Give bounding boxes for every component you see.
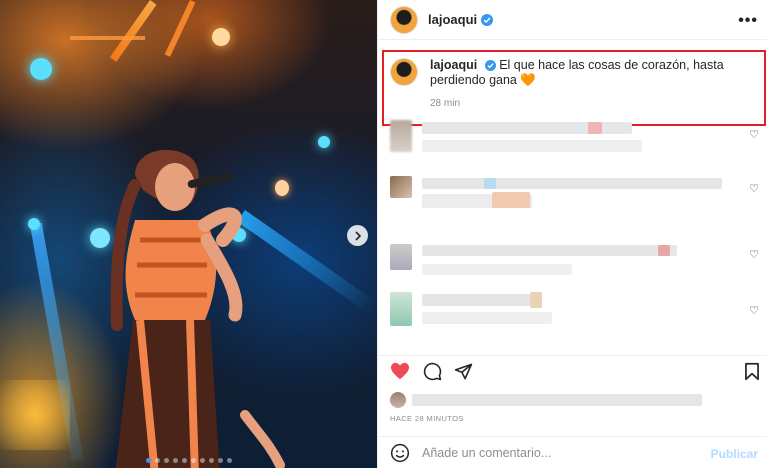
blurred-avatar — [390, 244, 412, 270]
blurred-text — [658, 245, 670, 256]
comment-like-icon[interactable]: ♡ — [749, 304, 759, 317]
publish-button[interactable]: Publicar — [711, 447, 758, 461]
carousel-dot — [182, 458, 187, 463]
comment-like-icon[interactable]: ♡ — [749, 128, 759, 141]
stage-light — [318, 136, 330, 148]
verified-badge-icon — [484, 60, 496, 72]
carousel-dot — [155, 458, 160, 463]
blurred-text — [530, 292, 542, 308]
carousel-dot — [227, 458, 232, 463]
blurred-avatar — [390, 120, 412, 152]
blurred-text — [412, 394, 702, 406]
blurred-avatar — [390, 392, 406, 408]
stage-light-beam — [70, 36, 145, 40]
list-item: ♡ — [388, 290, 763, 332]
blurred-text — [422, 178, 722, 189]
more-options-icon[interactable]: ••• — [738, 12, 758, 30]
blurred-text — [492, 192, 530, 208]
blurred-avatar — [390, 176, 412, 198]
caption-timestamp[interactable]: 28 min — [430, 98, 756, 109]
share-icon[interactable] — [454, 362, 473, 381]
orange-heart-emoji: 🧡 — [520, 73, 536, 87]
bookmark-icon[interactable] — [744, 362, 760, 381]
blurred-text — [422, 140, 642, 152]
blurred-avatar — [390, 292, 412, 326]
caption-username[interactable]: lajoaqui — [430, 58, 477, 72]
verified-badge-icon — [481, 13, 494, 26]
comment-input[interactable] — [422, 445, 682, 460]
list-item: ♡ — [388, 116, 763, 158]
carousel-dot — [173, 458, 178, 463]
stage-light-beam — [0, 380, 70, 450]
blurred-text — [422, 245, 677, 256]
carousel-dot — [164, 458, 169, 463]
avatar[interactable] — [390, 58, 418, 86]
post-header: lajoaqui ••• — [378, 0, 767, 40]
username[interactable]: lajoaqui — [428, 12, 477, 27]
post-photo[interactable] — [0, 0, 377, 468]
blurred-text — [484, 178, 496, 189]
stage-light — [30, 58, 52, 80]
carousel-dot — [191, 458, 196, 463]
carousel-dot — [209, 458, 214, 463]
carousel-next-button[interactable] — [347, 225, 368, 246]
comment-like-icon[interactable]: ♡ — [749, 248, 759, 261]
post-timestamp[interactable]: HACE 28 MINUTOS — [390, 414, 464, 423]
list-item: ♡ — [388, 240, 763, 282]
carousel-dot — [218, 458, 223, 463]
blurred-text — [422, 264, 572, 275]
stage-light-beam — [164, 0, 196, 57]
stage-light — [28, 218, 40, 230]
caption-highlight: lajoaqui El que hace las cosas de corazó… — [382, 50, 766, 126]
heart-filled-icon[interactable] — [390, 362, 410, 380]
singer-figure — [110, 149, 285, 468]
comment-icon[interactable] — [423, 362, 442, 381]
caption: lajoaqui El que hace las cosas de corazó… — [430, 58, 756, 88]
stage-light-beam — [109, 0, 157, 62]
blurred-text — [422, 294, 542, 306]
action-bar — [378, 355, 767, 385]
post-sidebar: lajoaqui ••• lajoaqui El que hace las co… — [377, 0, 767, 468]
stage-light — [212, 28, 230, 46]
blurred-text — [422, 312, 552, 324]
avatar[interactable] — [390, 5, 418, 34]
comment-like-icon[interactable]: ♡ — [749, 182, 759, 195]
blurred-text — [588, 122, 602, 134]
list-item: ♡ — [388, 174, 763, 216]
carousel-dot — [200, 458, 205, 463]
emoji-icon[interactable] — [390, 443, 410, 463]
comment-composer: Publicar — [378, 436, 767, 468]
chevron-right-icon — [354, 230, 361, 241]
carousel-indicator — [146, 458, 232, 463]
carousel-dot — [146, 458, 151, 463]
